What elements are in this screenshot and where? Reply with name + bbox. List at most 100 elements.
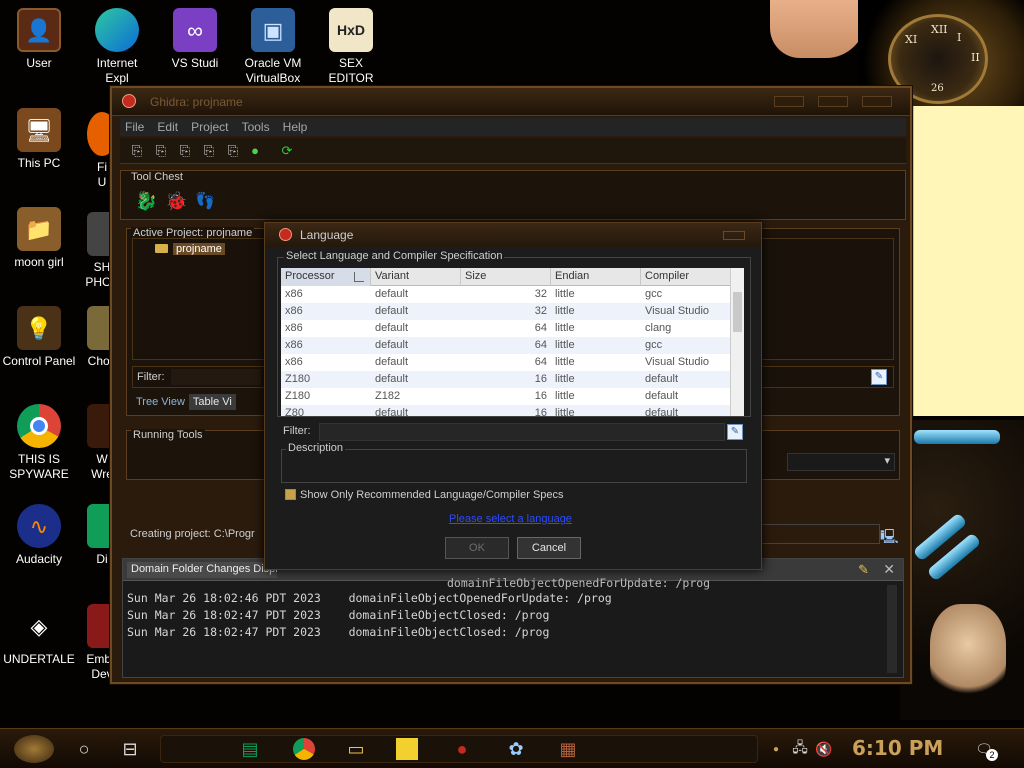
main-toolbar: ⎘ ⎘ ⎘ ⎘ ⎘ ● ⟳ (120, 138, 906, 164)
menu-file[interactable]: File (120, 118, 149, 136)
log-scrollbar[interactable] (887, 585, 897, 673)
table-cell-size: 16 (534, 407, 547, 416)
table-cell-compiler: gcc (645, 339, 663, 351)
column-header-endian[interactable]: Endian (551, 268, 641, 286)
desktop-icon-label: Control Panel (2, 354, 76, 368)
scrollbar-thumb[interactable] (733, 292, 742, 332)
task-view-icon[interactable]: ⊟ (116, 735, 144, 763)
select-language-link[interactable]: Please select a language (449, 513, 572, 525)
desktop-icon-user[interactable]: 👤 User (0, 8, 78, 71)
console-icon[interactable]: 🖳 (880, 526, 899, 550)
clear-log-icon[interactable]: ✎ (858, 562, 869, 578)
table-row[interactable]: x86 default 64 little gcc (281, 337, 731, 354)
language-table[interactable]: Processor Variant Size Endian Compiler x… (281, 268, 731, 416)
hamster-widget (930, 604, 1006, 704)
running-tools-dropdown[interactable]: ▾ (787, 453, 895, 471)
close-log-icon[interactable]: ✕ (883, 561, 895, 578)
tab-table-view[interactable]: Table Vi (188, 394, 236, 410)
desktop-icon-moon-girl[interactable]: 📁 moon girl (0, 207, 78, 270)
chrome-icon[interactable] (290, 735, 318, 763)
cancel-button[interactable]: Cancel (517, 537, 581, 559)
log-message: domainFileObjectOpenedForUpdate: /prog (348, 591, 612, 605)
save-project-icon[interactable]: ⎘ (200, 142, 218, 160)
window-titlebar[interactable]: Ghidra: projname (112, 88, 910, 116)
table-scrollbar[interactable] (730, 268, 744, 416)
project-filter-input[interactable] (171, 369, 261, 385)
column-label: Processor (285, 270, 335, 282)
version-tracking-icon[interactable]: 👣 (195, 191, 215, 211)
filter-clear-icon[interactable]: ✎ (871, 369, 887, 385)
ghidra-icon[interactable]: ● (448, 735, 476, 763)
desktop-icon-label: VS Studi (171, 56, 219, 70)
start-button[interactable] (14, 735, 54, 763)
table-cell-size: 64 (534, 322, 547, 334)
sheets-icon[interactable]: ▤ (236, 735, 264, 763)
clock-time[interactable]: 6:10 PM (852, 736, 943, 760)
desktop-icon-this-pc[interactable]: 🖥 This PC (0, 108, 78, 171)
close-project-icon[interactable]: ⎘ (176, 142, 194, 160)
desktop-icon-undertale[interactable]: ◈ UNDERTALE (0, 604, 78, 667)
table-cell-endian: little (555, 407, 575, 416)
language-dialog[interactable]: Language Select Language and Compiler Sp… (264, 222, 762, 570)
table-row[interactable]: x86 default 64 little Visual Studio (281, 354, 731, 371)
column-header-processor[interactable]: Processor (281, 268, 371, 286)
recommended-only-checkbox[interactable] (285, 489, 296, 500)
log-message: domainFileObjectClosed: /prog (348, 625, 550, 639)
table-row[interactable]: Z180 Z182 16 little default (281, 388, 731, 405)
table-row[interactable]: Z80 default 16 little default (281, 405, 731, 416)
column-header-size[interactable]: Size (461, 268, 551, 286)
user-icon: 👤 (17, 8, 61, 52)
audacity-icon: ∿ (17, 504, 61, 548)
filter-clear-icon[interactable]: ✎ (727, 424, 743, 440)
desktop-icon-hxd[interactable]: HxD SEX EDITOR (312, 8, 390, 86)
dialog-close-button[interactable] (723, 231, 745, 240)
visual-studio-icon: ∞ (173, 8, 217, 52)
debugger-tool-icon[interactable]: 🐞 (165, 191, 187, 212)
maximize-button[interactable] (818, 96, 848, 107)
desktop-icon-virtualbox[interactable]: ▣ Oracle VM VirtualBox (234, 8, 312, 86)
language-filter-input[interactable] (319, 423, 725, 441)
import-file-icon[interactable]: ⎘ (224, 142, 242, 160)
tab-tree-view[interactable]: Tree View (132, 394, 189, 410)
ok-button[interactable]: OK (445, 537, 509, 559)
tree-item-project[interactable]: projname (155, 243, 225, 255)
configure-icon[interactable]: ● (246, 142, 264, 160)
dialog-titlebar[interactable]: Language (265, 223, 761, 247)
column-header-variant[interactable]: Variant (371, 268, 461, 286)
dragon-tool-icon[interactable]: 🐉 (135, 191, 157, 212)
sticky-notes-icon[interactable] (396, 738, 418, 760)
log-tab-title[interactable]: Domain Folder Changes Displ (127, 562, 277, 578)
desktop-icon-control-panel[interactable]: 💡 Control Panel (0, 306, 78, 369)
table-row[interactable]: x86 default 32 little gcc (281, 286, 731, 303)
winrar-icon[interactable]: ▦ (554, 735, 582, 763)
table-cell-variant: default (375, 339, 409, 351)
sticky-note-widget[interactable] (912, 106, 1024, 416)
paint-icon[interactable]: ✿ (502, 735, 530, 763)
desktop-icon-audacity[interactable]: ∿ Audacity (0, 504, 78, 567)
menu-edit[interactable]: Edit (152, 118, 183, 136)
table-cell-size: 64 (534, 356, 547, 368)
desktop-icon-edge[interactable]: Internet Expl (78, 8, 156, 86)
minimize-button[interactable] (774, 96, 804, 107)
column-header-compiler[interactable]: Compiler (641, 268, 731, 286)
table-cell-variant: default (375, 356, 409, 368)
checkbox-label: Show Only Recommended Language/Compiler … (300, 489, 564, 501)
desktop-icon-chrome[interactable]: THIS IS SPYWARE (0, 404, 78, 482)
desktop-icon-visual-studio[interactable]: ∞ VS Studi (156, 8, 234, 71)
table-cell-processor: x86 (285, 305, 303, 317)
new-project-icon[interactable]: ⎘ (128, 142, 146, 160)
table-row[interactable]: x86 default 32 little Visual Studio (281, 303, 731, 320)
volume-muted-icon[interactable]: 🔇 (810, 735, 838, 763)
menu-project[interactable]: Project (186, 118, 233, 136)
table-row[interactable]: Z180 default 16 little default (281, 371, 731, 388)
table-row[interactable]: x86 default 64 little clang (281, 320, 731, 337)
recommended-only-row[interactable]: Show Only Recommended Language/Compiler … (285, 489, 564, 503)
log-line: Sun Mar 26 18:02:46 PDT 2023 domainFileO… (127, 591, 612, 605)
search-icon[interactable]: ○ (70, 735, 98, 763)
menu-help[interactable]: Help (278, 118, 313, 136)
file-explorer-icon[interactable]: ▭ (342, 735, 370, 763)
close-button[interactable] (862, 96, 892, 107)
open-project-icon[interactable]: ⎘ (152, 142, 170, 160)
refresh-icon[interactable]: ⟳ (278, 142, 296, 160)
menu-tools[interactable]: Tools (237, 118, 275, 136)
